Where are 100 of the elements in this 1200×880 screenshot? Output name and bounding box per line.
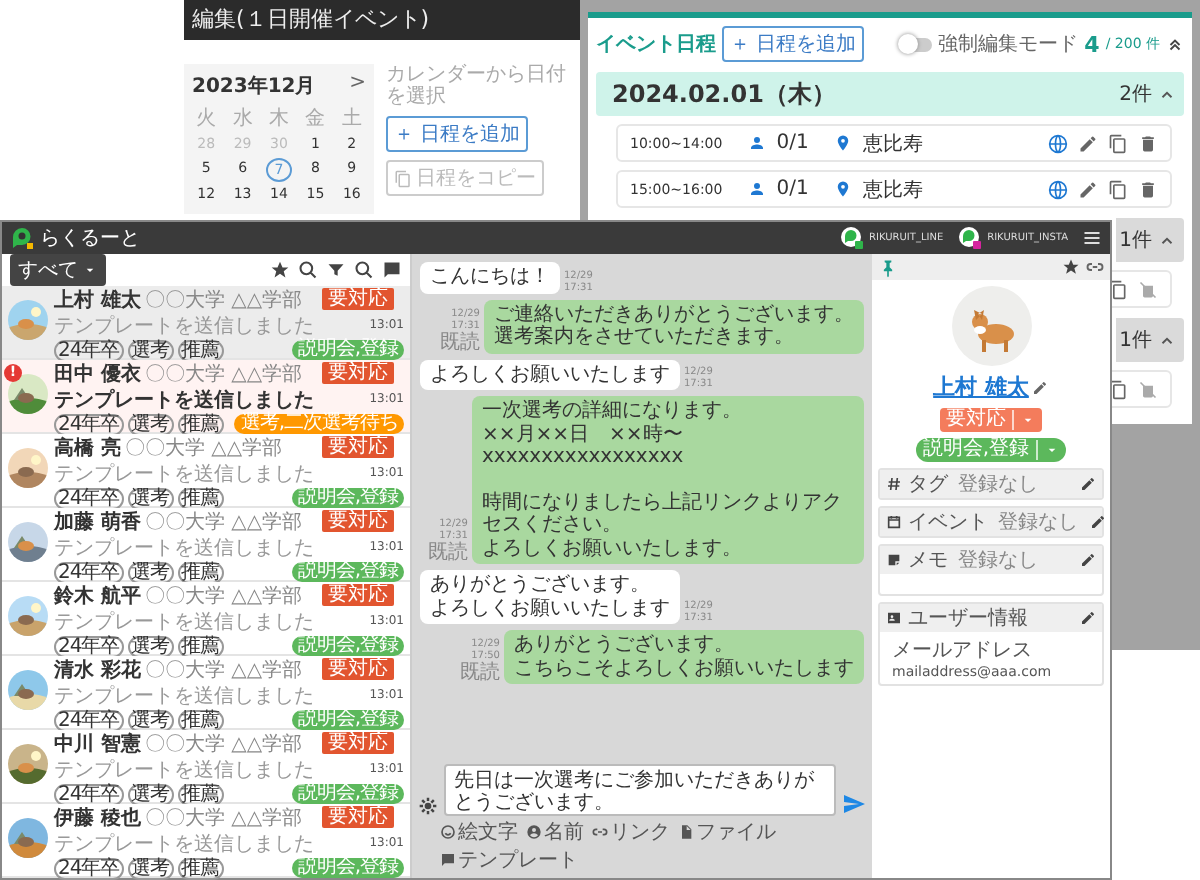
- place-text: 恵比寿: [862, 177, 923, 203]
- template-tool-button[interactable]: テンプレート: [438, 846, 580, 874]
- chat-icon[interactable]: [382, 260, 402, 280]
- tag-chip: 選考: [127, 857, 174, 879]
- trash-icon[interactable]: [1138, 179, 1158, 199]
- filter-dropdown[interactable]: すべて: [10, 254, 106, 286]
- school-text: 〇〇大学 △△学部: [144, 805, 303, 831]
- weekday-label: 金: [303, 106, 328, 132]
- pin-icon[interactable]: [878, 257, 898, 277]
- message-line: 時間になりましたら上記リンクよりアクセスください。: [482, 491, 844, 537]
- section-value: 登録なし: [958, 472, 1038, 498]
- location-icon: [834, 134, 853, 152]
- date-group-header[interactable]: 1件: [1115, 218, 1184, 262]
- date-group-header[interactable]: 1件: [1115, 318, 1184, 362]
- name-tool-button[interactable]: 名前: [524, 818, 586, 846]
- date-count: 4: [1084, 31, 1100, 57]
- link-tool-button[interactable]: リンク: [590, 818, 672, 846]
- copy-icon[interactable]: [1108, 179, 1128, 199]
- star-icon[interactable]: [1062, 258, 1080, 276]
- next-month-button[interactable]: >: [349, 72, 367, 100]
- toggle-label: 強制編集モード: [938, 31, 1079, 58]
- last-message: テンプレートを送信しました: [54, 535, 314, 561]
- search-icon[interactable]: [298, 260, 318, 280]
- pencil-icon[interactable]: [1080, 476, 1096, 492]
- date-group-header[interactable]: 2024.02.01（木） 2件: [596, 72, 1184, 116]
- message-line: xxxxxxxxxxxxxxxxx: [482, 446, 686, 469]
- status-label: 要対応: [322, 288, 394, 310]
- message-line: ありがとうございます。: [430, 574, 652, 597]
- pencil-icon[interactable]: [1080, 552, 1096, 568]
- message-line: こちらこそよろしくお願いいたします: [514, 657, 854, 680]
- copy-icon: [394, 169, 413, 187]
- school-text: 〇〇大学 △△学部: [144, 583, 303, 609]
- globe-icon[interactable]: [1048, 133, 1068, 153]
- contact-name: 田中 優衣: [54, 360, 141, 387]
- weekday-label: 火: [194, 105, 219, 132]
- account-avatar-icon[interactable]: [839, 226, 864, 250]
- message-line: ご連絡いただきありがとうございます。: [494, 303, 854, 325]
- menu-icon[interactable]: [1082, 228, 1102, 248]
- capacity-text: 0/1: [776, 178, 809, 200]
- last-message: テンプレートを送信しました: [54, 386, 314, 411]
- last-message: テンプレートを送信しました: [54, 757, 314, 783]
- school-text: 〇〇大学 △△学部: [124, 435, 283, 461]
- search-icon[interactable]: [354, 260, 374, 280]
- contact-name: 清水 彩花: [54, 657, 141, 683]
- message-line: よろしくお願いいたします: [430, 363, 670, 386]
- file-icon: [678, 824, 694, 840]
- add-date-button[interactable]: ＋ 日程を追加: [722, 26, 865, 62]
- pencil-icon[interactable]: [1032, 379, 1049, 395]
- toggle-switch[interactable]: [900, 37, 933, 51]
- school-text: 〇〇大学 △△学部: [144, 509, 303, 535]
- field-label: メールアドレス: [892, 638, 1034, 664]
- emoji-tool-button[interactable]: 絵文字: [438, 818, 520, 846]
- star-icon[interactable]: [270, 260, 290, 280]
- pencil-icon[interactable]: [1080, 610, 1096, 626]
- last-message: テンプレートを送信しました: [54, 683, 314, 709]
- emoji-icon: [440, 824, 456, 840]
- weekday-label: 水: [230, 105, 255, 132]
- contact-name: 加藤 萌香: [54, 509, 141, 535]
- read-receipt: 既読: [428, 542, 468, 564]
- link-icon: [592, 824, 608, 840]
- add-date-button[interactable]: ＋ 日程を追加: [386, 116, 529, 152]
- pencil-icon[interactable]: [1090, 514, 1106, 530]
- message-input[interactable]: 先日は一次選考にご参加いただきありがとうございます。: [444, 764, 836, 816]
- pencil-icon[interactable]: [1078, 179, 1098, 199]
- message-line: ××月××日 ××時〜: [482, 423, 685, 446]
- last-message: テンプレートを送信しました: [54, 831, 314, 857]
- collapse-icon[interactable]: [1166, 35, 1184, 53]
- memo-icon: [886, 552, 902, 568]
- globe-icon[interactable]: [1048, 179, 1068, 199]
- profile-name[interactable]: 上村 雄太: [933, 372, 1029, 402]
- pencil-icon[interactable]: [1078, 133, 1098, 153]
- section-label: イベント: [908, 510, 988, 536]
- settings-icon[interactable]: [418, 796, 438, 816]
- last-message: テンプレートを送信しました: [54, 313, 314, 337]
- status-label: 要対応: [322, 732, 394, 754]
- name-icon: [526, 824, 542, 840]
- location-icon: [834, 180, 853, 198]
- send-icon[interactable]: [842, 792, 866, 816]
- message-line: よろしくお願いいたします。: [482, 537, 744, 560]
- section-label: メモ: [908, 548, 948, 574]
- id-card-icon: [886, 610, 902, 626]
- message-line: 選考案内をさせていただきます。: [494, 326, 796, 349]
- file-tool-button[interactable]: ファイル: [676, 818, 778, 846]
- status-label: 要対応: [322, 362, 394, 384]
- filter-icon[interactable]: [326, 260, 346, 280]
- status-label: 要対応: [322, 584, 394, 606]
- contact-name: 高橋 亮: [54, 434, 121, 461]
- message-line: こんにちは！: [430, 266, 550, 289]
- message-line: 一次選考の詳細になります。: [482, 400, 744, 423]
- link-icon[interactable]: [1086, 258, 1104, 276]
- person-icon: [748, 180, 767, 198]
- section-value: 登録なし: [998, 510, 1078, 536]
- trash-icon[interactable]: [1138, 133, 1158, 153]
- message-line: よろしくお願いいたします: [430, 597, 670, 620]
- section-title: イベント日程: [596, 32, 716, 58]
- status-label: 要対応: [322, 806, 394, 828]
- section-value: 登録なし: [958, 548, 1038, 574]
- copy-icon[interactable]: [1108, 133, 1128, 153]
- section-label: タグ: [908, 472, 948, 498]
- account-avatar-icon[interactable]: [957, 226, 982, 250]
